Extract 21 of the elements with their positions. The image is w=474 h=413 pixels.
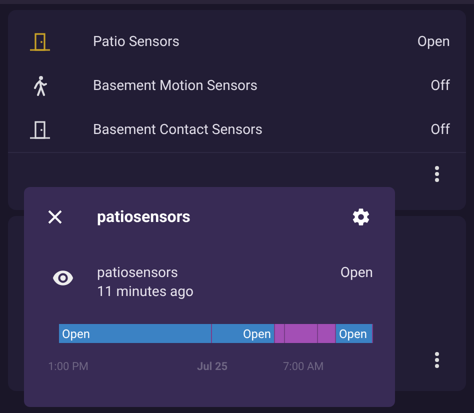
timeline-segment[interactable]: Open: [212, 324, 275, 343]
timeline-segment[interactable]: Open: [59, 324, 212, 343]
entity-state: Off: [430, 76, 450, 96]
axis-label: Jul 25: [197, 359, 228, 375]
axis-label: 7:00 AM: [283, 359, 324, 375]
entity-state: Off: [430, 120, 450, 140]
more-icon[interactable]: [434, 165, 440, 183]
entity-name[interactable]: Basement Motion Sensors: [93, 76, 431, 96]
close-icon[interactable]: [48, 210, 62, 224]
last-changed: 11 minutes ago: [97, 283, 195, 302]
entity-state: Open: [340, 264, 373, 283]
entity-name[interactable]: Basement Contact Sensors: [93, 120, 431, 140]
timeline-segment[interactable]: Open: [336, 324, 373, 343]
entity-state: Open: [417, 32, 450, 52]
entity-name[interactable]: Patio Sensors: [93, 32, 418, 52]
eye-icon: [52, 270, 74, 286]
dialog-title: patiosensors: [97, 206, 192, 228]
settings-icon[interactable]: [351, 207, 371, 227]
axis-label: 1:00 PM: [48, 359, 88, 375]
entity-name: patiosensors: [97, 264, 180, 283]
more-icon[interactable]: [434, 351, 440, 369]
